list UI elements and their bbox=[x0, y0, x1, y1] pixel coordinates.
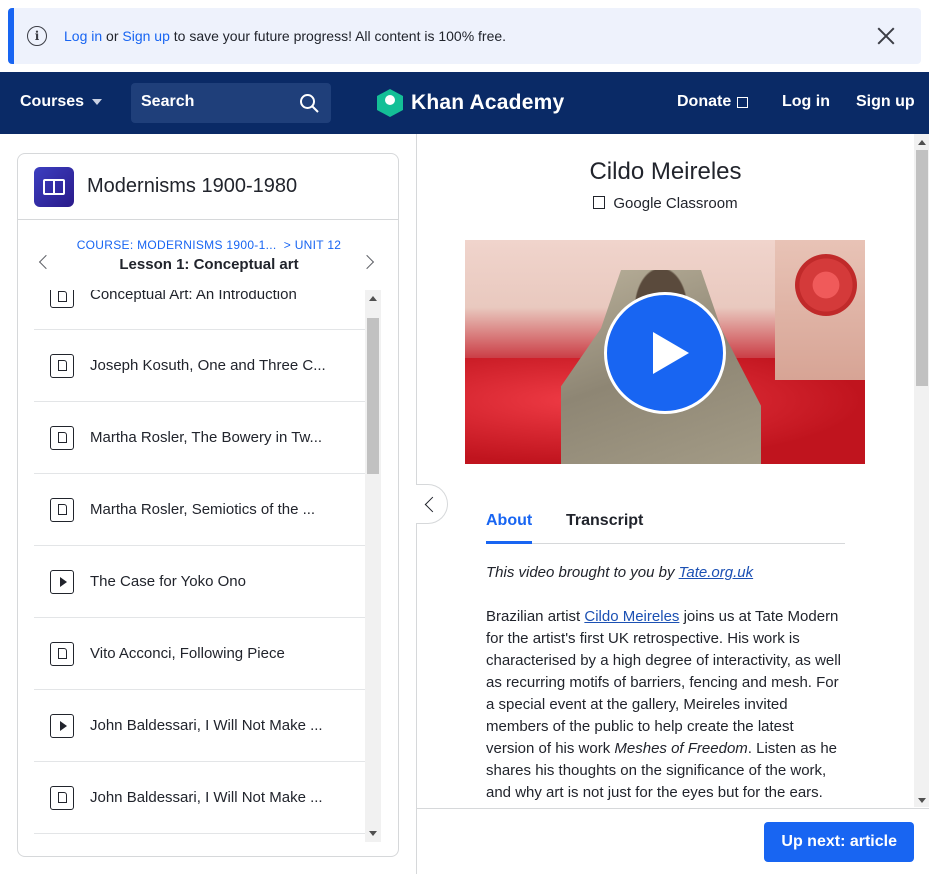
video-fan bbox=[795, 254, 857, 316]
article-icon bbox=[50, 785, 74, 810]
lesson-list: Conceptual Art: An Introduction Joseph K… bbox=[34, 290, 365, 834]
banner-or: or bbox=[106, 28, 119, 44]
course-icon bbox=[34, 166, 74, 207]
scroll-down-icon[interactable] bbox=[918, 798, 926, 803]
banner-message: Log in or Sign up to save your future pr… bbox=[64, 28, 506, 44]
collapse-sidebar-button[interactable] bbox=[416, 484, 448, 524]
classroom-icon bbox=[593, 196, 606, 209]
chevron-down-icon bbox=[92, 99, 103, 105]
list-item-label: John Baldessari, I Will Not Make ... bbox=[90, 789, 323, 806]
video-credit: This video brought to you by Tate.org.uk bbox=[486, 562, 846, 584]
breadcrumb-separator: > bbox=[283, 238, 292, 252]
list-item-label: Joseph Kosuth, One and Three C... bbox=[90, 357, 326, 374]
info-icon: i bbox=[27, 26, 47, 46]
page-title: Cildo Meireles bbox=[589, 158, 742, 185]
list-item-label: Vito Acconci, Following Piece bbox=[90, 645, 285, 662]
article-icon bbox=[50, 641, 74, 666]
banner-signup-link[interactable]: Sign up bbox=[122, 28, 169, 44]
close-icon[interactable] bbox=[875, 25, 897, 47]
scroll-up-icon[interactable] bbox=[369, 296, 377, 301]
scrollbar-thumb[interactable] bbox=[916, 150, 928, 386]
breadcrumb-unit[interactable]: UNIT 12 bbox=[295, 238, 342, 252]
list-item-label: John Baldessari, I Will Not Make ... bbox=[90, 717, 323, 734]
article-icon bbox=[50, 290, 74, 308]
list-item[interactable]: Martha Rosler, The Bowery in Tw... bbox=[34, 402, 365, 474]
tab-transcript[interactable]: Transcript bbox=[566, 512, 643, 530]
search-placeholder: Search bbox=[141, 93, 195, 110]
up-next-button[interactable]: Up next: article bbox=[764, 822, 914, 862]
content-tabs: About Transcript bbox=[486, 508, 845, 544]
video-icon bbox=[50, 713, 74, 738]
course-title: Modernisms 1900-1980 bbox=[87, 175, 298, 197]
course-sidebar: Modernisms 1900-1980 COURSE: MODERNISMS … bbox=[17, 153, 399, 857]
banner-text: to save your future progress! All conten… bbox=[173, 28, 507, 44]
search-input[interactable]: Search bbox=[131, 83, 331, 123]
list-item-label: Conceptual Art: An Introduction bbox=[90, 290, 297, 303]
scrollbar-thumb[interactable] bbox=[367, 318, 379, 474]
description: Brazilian artist Cildo Meireles joins us… bbox=[486, 606, 846, 804]
list-item[interactable]: Vito Acconci, Following Piece bbox=[34, 618, 365, 690]
description-part-2: joins us at Tate Modern for the artist's… bbox=[486, 608, 841, 757]
courses-menu[interactable]: Courses bbox=[20, 93, 103, 111]
list-item[interactable]: Martha Rosler, Semiotics of the ... bbox=[34, 474, 365, 546]
list-item-label: Martha Rosler, Semiotics of the ... bbox=[90, 501, 316, 518]
brand-name: Khan Academy bbox=[411, 91, 565, 114]
artist-link[interactable]: Cildo Meireles bbox=[584, 608, 679, 625]
scroll-up-icon[interactable] bbox=[918, 140, 926, 145]
donate-label: Donate bbox=[677, 93, 732, 110]
article-icon bbox=[50, 353, 74, 378]
breadcrumb-course[interactable]: COURSE: MODERNISMS 1900-1... bbox=[77, 238, 277, 252]
video-player[interactable] bbox=[465, 240, 865, 464]
list-item-label: The Case for Yoko Ono bbox=[90, 573, 246, 590]
content-scrollbar[interactable] bbox=[914, 134, 929, 807]
search-icon bbox=[300, 94, 319, 113]
google-classroom-button[interactable]: Google Classroom bbox=[417, 195, 914, 212]
signup-link[interactable]: Sign up bbox=[856, 93, 915, 111]
video-icon bbox=[50, 569, 74, 594]
course-header[interactable]: Modernisms 1900-1980 bbox=[18, 154, 398, 220]
logo-icon bbox=[377, 89, 403, 117]
list-item[interactable]: Joseph Kosuth, One and Three C... bbox=[34, 330, 365, 402]
scroll-down-icon[interactable] bbox=[369, 831, 377, 836]
list-item[interactable]: The Case for Yoko Ono bbox=[34, 546, 365, 618]
article-icon bbox=[50, 425, 74, 450]
banner-login-link[interactable]: Log in bbox=[64, 28, 102, 44]
lesson-title: Lesson 1: Conceptual art bbox=[119, 256, 299, 273]
book-icon bbox=[43, 178, 65, 195]
credit-prefix: This video brought to you by bbox=[486, 564, 679, 581]
list-item-label: Martha Rosler, The Bowery in Tw... bbox=[90, 429, 323, 446]
courses-label: Courses bbox=[20, 93, 85, 110]
artwork-title: Meshes of Freedom bbox=[614, 740, 748, 757]
article-icon bbox=[50, 497, 74, 522]
khan-academy-logo[interactable]: Khan Academy bbox=[377, 89, 564, 117]
list-item[interactable]: John Baldessari, I Will Not Make ... bbox=[34, 690, 365, 762]
description-part-1: Brazilian artist bbox=[486, 608, 585, 625]
play-icon[interactable] bbox=[604, 292, 726, 414]
top-nav: Courses Search Khan Academy Donate Log i… bbox=[0, 72, 929, 134]
sidebar-scrollbar[interactable] bbox=[365, 290, 381, 842]
content-footer: Up next: article bbox=[417, 808, 929, 874]
breadcrumb: COURSE: MODERNISMS 1900-1... > UNIT 12 bbox=[18, 238, 398, 252]
tate-link[interactable]: Tate.org.uk bbox=[679, 564, 754, 581]
donate-link[interactable]: Donate bbox=[677, 93, 749, 111]
tab-about[interactable]: About bbox=[486, 512, 533, 544]
login-link[interactable]: Log in bbox=[782, 93, 830, 111]
content-panel: Cildo Meireles Google Classroom About Tr… bbox=[416, 134, 929, 874]
login-banner: i Log in or Sign up to save your future … bbox=[8, 8, 921, 64]
list-item[interactable]: Conceptual Art: An Introduction bbox=[34, 290, 365, 330]
list-item[interactable]: John Baldessari, I Will Not Make ... bbox=[34, 762, 365, 834]
external-link-icon bbox=[737, 96, 749, 108]
classroom-label: Google Classroom bbox=[613, 195, 738, 212]
about-text: This video brought to you by Tate.org.uk… bbox=[486, 562, 846, 808]
